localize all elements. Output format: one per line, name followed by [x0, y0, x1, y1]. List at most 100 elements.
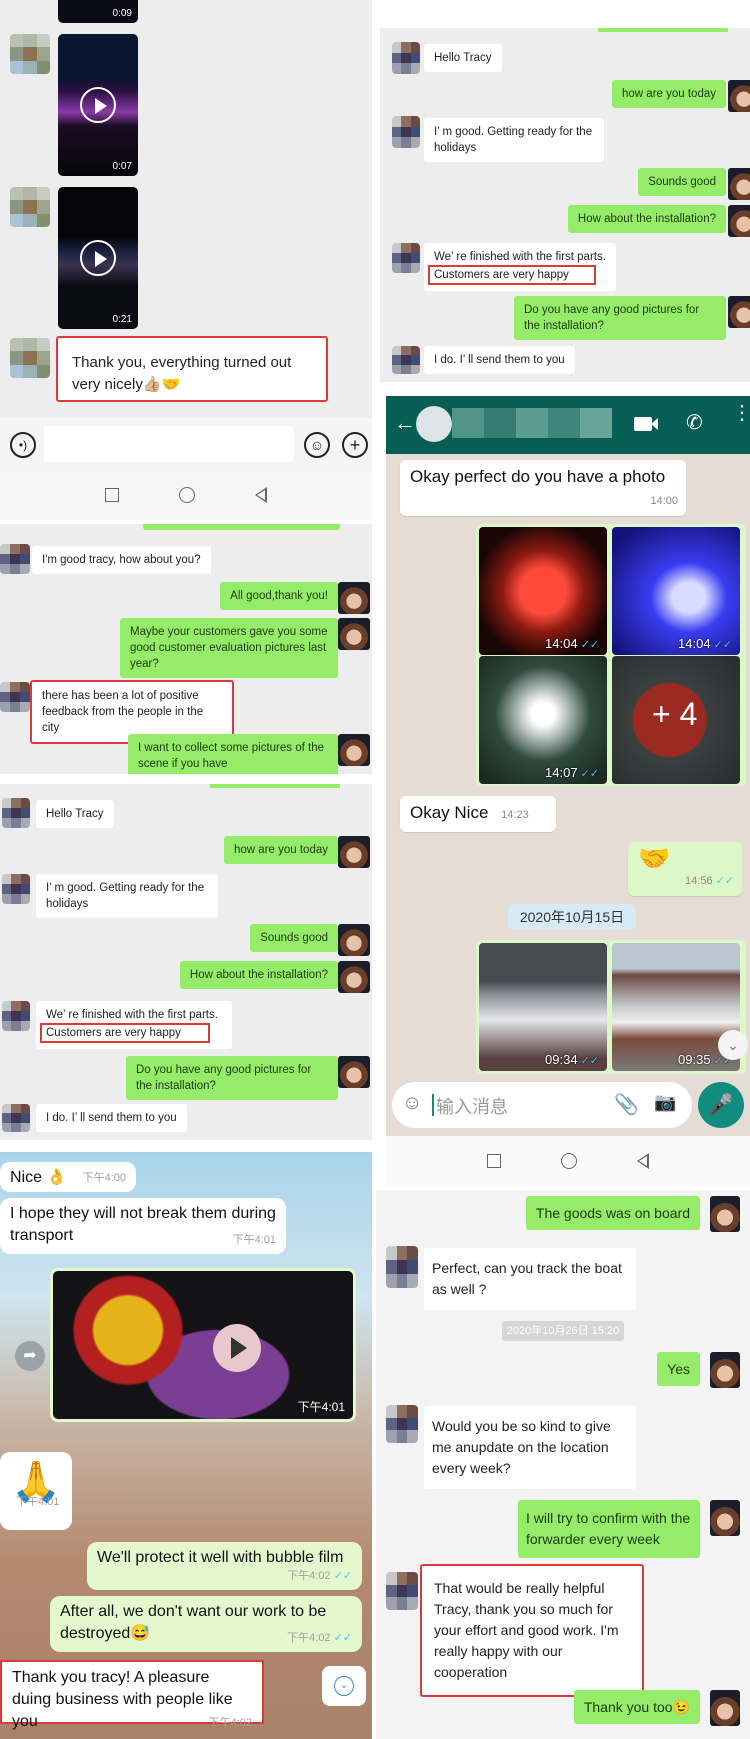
- user-avatar[interactable]: [710, 1500, 740, 1536]
- more-icon[interactable]: ⋮: [732, 403, 750, 423]
- message-input[interactable]: [44, 426, 294, 462]
- chevron-down-icon: ⌄: [334, 1676, 354, 1696]
- video-message[interactable]: 下午4:01: [50, 1268, 356, 1422]
- incoming-message: Hello Tracy: [424, 44, 502, 72]
- photo-thumbnail[interactable]: 09:34 ✓✓: [479, 943, 607, 1071]
- contact-avatar[interactable]: [0, 682, 30, 712]
- mic-button[interactable]: 🎤: [698, 1082, 744, 1128]
- contact-avatar[interactable]: [386, 1572, 418, 1610]
- message-time: 下午4:02: [208, 1717, 252, 1729]
- user-avatar[interactable]: [338, 734, 370, 766]
- incoming-message: We’ re finished with the first parts. Cu…: [424, 243, 616, 291]
- contact-avatar[interactable]: [2, 1104, 30, 1132]
- camera-icon[interactable]: 📷: [654, 1092, 676, 1113]
- outgoing-message: Thank you too😉: [573, 1690, 700, 1724]
- cut-off-bubble: [598, 28, 728, 32]
- photo-thumbnail[interactable]: 14:07 ✓✓: [479, 656, 607, 784]
- contact-avatar[interactable]: [386, 1246, 418, 1288]
- emoji-icon[interactable]: ☺: [402, 1092, 422, 1115]
- user-avatar[interactable]: [728, 205, 750, 237]
- back-arrow-icon[interactable]: ←: [394, 410, 416, 436]
- video-message[interactable]: 0:07: [58, 34, 138, 176]
- outgoing-message: Yes: [657, 1352, 700, 1386]
- contact-avatar[interactable]: [386, 1405, 418, 1443]
- android-navbar: [0, 470, 372, 520]
- outgoing-message: The goods was on board: [525, 1196, 700, 1230]
- home-icon[interactable]: [561, 1153, 577, 1169]
- contact-avatar[interactable]: [392, 243, 420, 273]
- incoming-message: Would you be so kind to give me anupdate…: [424, 1406, 636, 1489]
- video-call-icon-lens: [651, 418, 658, 430]
- incoming-message: I do. I’ ll send them to you: [424, 346, 575, 374]
- user-avatar[interactable]: [710, 1196, 740, 1232]
- user-avatar[interactable]: [338, 836, 370, 868]
- forward-icon[interactable]: ➦: [15, 1341, 45, 1371]
- user-avatar[interactable]: [728, 80, 750, 112]
- play-icon[interactable]: [80, 87, 116, 123]
- contact-avatar[interactable]: [416, 406, 452, 442]
- incoming-message: I'm good tracy, how about you?: [32, 546, 211, 574]
- highlighted-message: Thank you, everything turned out very ni…: [56, 336, 328, 402]
- contact-avatar[interactable]: [10, 187, 50, 227]
- date-divider: 2020年10月26日 15:20: [502, 1321, 624, 1341]
- play-icon[interactable]: [80, 240, 116, 276]
- incoming-message: Perfect, can you track the boat as well …: [424, 1248, 636, 1310]
- message-time: 下午4:01: [232, 1234, 276, 1246]
- emoji-icon[interactable]: ☺: [304, 432, 330, 458]
- photo-thumbnail[interactable]: 14:04 ✓✓: [612, 527, 740, 655]
- photo-time: 09:34 ✓✓: [545, 1052, 599, 1067]
- back-icon[interactable]: [255, 487, 267, 503]
- contact-avatar[interactable]: [10, 34, 50, 74]
- wechat-chat-panel-installation-2: Hello Tracy how are you today I’ m good.…: [380, 28, 750, 382]
- message-input[interactable]: 输入消息: [436, 1093, 508, 1119]
- scroll-down-button[interactable]: ⌄: [718, 1030, 748, 1060]
- contact-avatar[interactable]: [10, 338, 50, 378]
- outgoing-message: Do you have any good pictures for the in…: [126, 1056, 338, 1100]
- user-avatar[interactable]: [338, 618, 370, 650]
- user-avatar[interactable]: [338, 1056, 370, 1088]
- video-duration: 0:09: [112, 8, 132, 19]
- contact-avatar[interactable]: [2, 1001, 30, 1031]
- outgoing-message: Maybe your customers gave you some good …: [120, 618, 338, 678]
- contact-avatar[interactable]: [2, 874, 30, 904]
- home-icon[interactable]: [179, 487, 195, 503]
- plus-icon[interactable]: +: [342, 432, 368, 458]
- cut-off-bubble: [143, 524, 340, 530]
- video-message[interactable]: 0:09: [58, 0, 138, 23]
- wechat-input-bar: •) ☺ +: [0, 418, 372, 470]
- voice-icon[interactable]: •): [10, 432, 36, 458]
- contact-avatar[interactable]: [392, 116, 420, 148]
- contact-avatar[interactable]: [392, 346, 420, 374]
- user-avatar[interactable]: [338, 582, 370, 614]
- photo-thumbnail-more[interactable]: + 4: [612, 656, 740, 784]
- outgoing-message: 🤝 14:56 ✓✓: [628, 842, 742, 896]
- recent-apps-icon[interactable]: [487, 1154, 501, 1168]
- phone-icon[interactable]: ✆: [686, 410, 703, 435]
- video-call-icon[interactable]: [634, 417, 652, 431]
- contact-name-blurred[interactable]: [452, 408, 612, 438]
- message-time: 下午4:02 ✓✓: [287, 1570, 352, 1582]
- user-avatar[interactable]: [710, 1352, 740, 1388]
- message-time: 14:00: [650, 495, 678, 507]
- video-message[interactable]: 0:21: [58, 187, 138, 329]
- attach-icon[interactable]: 📎: [614, 1092, 639, 1117]
- user-avatar[interactable]: [728, 168, 750, 200]
- user-avatar[interactable]: [710, 1690, 740, 1726]
- wechat-chat-panel-shipping: The goods was on board Perfect, can you …: [376, 1190, 750, 1739]
- outgoing-message: How about the installation?: [179, 961, 338, 989]
- back-icon[interactable]: [637, 1153, 649, 1169]
- photo-thumbnail[interactable]: 14:04 ✓✓: [479, 527, 607, 655]
- message-line: We’ re finished with the first parts.: [46, 1009, 218, 1021]
- date-divider: 2020年10月15日: [508, 904, 636, 930]
- recent-apps-icon[interactable]: [105, 488, 119, 502]
- scroll-down-button[interactable]: ⌄: [322, 1666, 366, 1706]
- photo-pair-message: 09:34 ✓✓ 09:35 ✓✓: [476, 940, 746, 1074]
- user-avatar[interactable]: [338, 961, 370, 993]
- contact-avatar[interactable]: [2, 798, 30, 828]
- contact-avatar[interactable]: [0, 544, 30, 574]
- user-avatar[interactable]: [728, 296, 750, 328]
- message-time: 下午4:02 ✓✓: [287, 1632, 352, 1644]
- contact-avatar[interactable]: [392, 42, 420, 74]
- user-avatar[interactable]: [338, 924, 370, 956]
- message-text: Thank you tracy! A pleasure duing busine…: [12, 1669, 233, 1730]
